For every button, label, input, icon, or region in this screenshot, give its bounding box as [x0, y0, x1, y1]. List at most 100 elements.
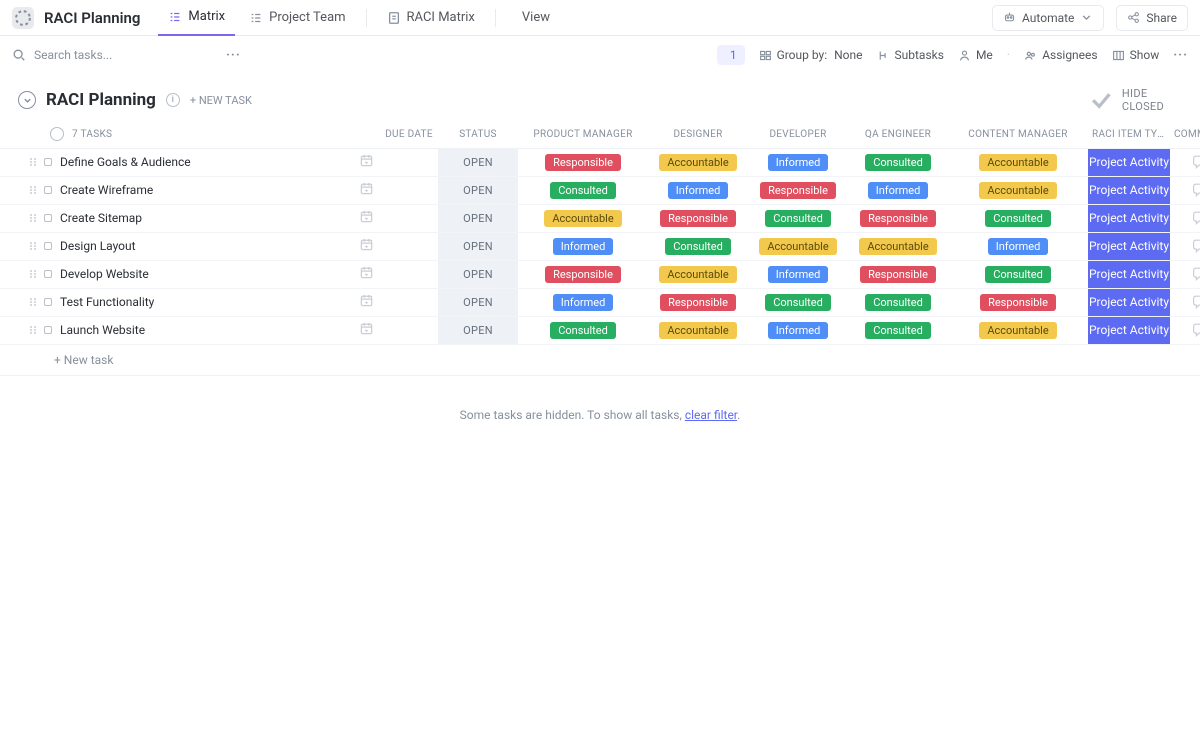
- task-name-cell[interactable]: Create Wireframe: [44, 181, 380, 199]
- col-raci[interactable]: RACI ITEM TYPE: [1088, 129, 1170, 140]
- comment-button[interactable]: [1170, 182, 1200, 198]
- task-name-cell[interactable]: Define Goals & Audience: [44, 153, 380, 171]
- comment-button[interactable]: [1170, 154, 1200, 170]
- raci-type-cell[interactable]: Project Activity: [1088, 205, 1170, 232]
- raci-cell[interactable]: Accountable: [848, 233, 948, 260]
- raci-cell[interactable]: Consulted: [748, 205, 848, 232]
- toolbar-more[interactable]: ···: [1173, 48, 1188, 63]
- search-input[interactable]: Search tasks...: [12, 48, 212, 62]
- assignees-button[interactable]: Assignees: [1024, 48, 1097, 62]
- raci-cell[interactable]: Consulted: [648, 233, 748, 260]
- me-button[interactable]: Me: [958, 48, 993, 62]
- raci-cell[interactable]: Accountable: [648, 149, 748, 176]
- raci-type-cell[interactable]: Project Activity: [1088, 149, 1170, 176]
- raci-type-cell[interactable]: Project Activity: [1088, 233, 1170, 260]
- calendar-icon[interactable]: [359, 237, 374, 255]
- raci-cell[interactable]: Informed: [848, 177, 948, 204]
- collapse-toggle[interactable]: [18, 91, 36, 109]
- calendar-icon[interactable]: [359, 181, 374, 199]
- col-status[interactable]: STATUS: [438, 129, 518, 140]
- clear-filter-link[interactable]: clear filter: [685, 408, 737, 422]
- more-menu[interactable]: ···: [226, 48, 241, 63]
- task-name-cell[interactable]: Develop Website: [44, 265, 380, 283]
- raci-type-cell[interactable]: Project Activity: [1088, 261, 1170, 288]
- status-dot[interactable]: [44, 214, 52, 222]
- raci-cell[interactable]: Informed: [748, 317, 848, 344]
- raci-cell[interactable]: Responsible: [518, 149, 648, 176]
- calendar-icon[interactable]: [359, 209, 374, 227]
- raci-cell[interactable]: Accountable: [518, 205, 648, 232]
- comment-button[interactable]: [1170, 238, 1200, 254]
- table-row[interactable]: Create WireframeOPENConsultedInformedRes…: [0, 177, 1200, 205]
- comment-button[interactable]: [1170, 294, 1200, 310]
- raci-type-cell[interactable]: Project Activity: [1088, 177, 1170, 204]
- status-dot[interactable]: [44, 270, 52, 278]
- raci-cell[interactable]: Accountable: [948, 317, 1088, 344]
- table-row[interactable]: Develop WebsiteOPENResponsibleAccountabl…: [0, 261, 1200, 289]
- raci-cell[interactable]: Informed: [748, 149, 848, 176]
- raci-cell[interactable]: Informed: [948, 233, 1088, 260]
- raci-cell[interactable]: Responsible: [518, 261, 648, 288]
- col-designer[interactable]: DESIGNER: [648, 129, 748, 140]
- calendar-icon[interactable]: [359, 153, 374, 171]
- status-cell[interactable]: OPEN: [438, 205, 518, 232]
- raci-cell[interactable]: Responsible: [648, 205, 748, 232]
- share-button[interactable]: Share: [1116, 5, 1188, 31]
- raci-cell[interactable]: Consulted: [748, 289, 848, 316]
- status-dot[interactable]: [44, 298, 52, 306]
- select-all[interactable]: [50, 127, 64, 141]
- comment-button[interactable]: [1170, 266, 1200, 282]
- table-row[interactable]: Launch WebsiteOPENConsultedAccountableIn…: [0, 317, 1200, 345]
- task-name-cell[interactable]: Design Layout: [44, 237, 380, 255]
- tab-matrix[interactable]: Matrix: [158, 0, 235, 36]
- raci-cell[interactable]: Responsible: [648, 289, 748, 316]
- new-task-link[interactable]: + NEW TASK: [190, 94, 252, 107]
- status-cell[interactable]: OPEN: [438, 177, 518, 204]
- drag-handle[interactable]: [0, 241, 44, 251]
- tab-project-team[interactable]: Project Team: [239, 0, 355, 36]
- add-task-row[interactable]: + New task: [0, 345, 1200, 376]
- raci-cell[interactable]: Informed: [518, 233, 648, 260]
- raci-cell[interactable]: Responsible: [748, 177, 848, 204]
- raci-cell[interactable]: Consulted: [848, 317, 948, 344]
- workspace-title[interactable]: RACI Planning: [44, 9, 140, 27]
- raci-cell[interactable]: Responsible: [948, 289, 1088, 316]
- groupby-button[interactable]: Group by: None: [759, 48, 863, 62]
- table-row[interactable]: Define Goals & AudienceOPENResponsibleAc…: [0, 149, 1200, 177]
- drag-handle[interactable]: [0, 297, 44, 307]
- drag-handle[interactable]: [0, 213, 44, 223]
- col-due[interactable]: DUE DATE: [380, 129, 438, 140]
- status-dot[interactable]: [44, 242, 52, 250]
- add-view-button[interactable]: View: [506, 10, 560, 25]
- status-cell[interactable]: OPEN: [438, 289, 518, 316]
- col-pm[interactable]: PRODUCT MANAGER: [518, 129, 648, 140]
- raci-cell[interactable]: Consulted: [518, 177, 648, 204]
- raci-cell[interactable]: Responsible: [848, 261, 948, 288]
- raci-type-cell[interactable]: Project Activity: [1088, 317, 1170, 344]
- drag-handle[interactable]: [0, 269, 44, 279]
- status-cell[interactable]: OPEN: [438, 149, 518, 176]
- status-cell[interactable]: OPEN: [438, 261, 518, 288]
- raci-cell[interactable]: Accountable: [648, 261, 748, 288]
- raci-cell[interactable]: Consulted: [848, 289, 948, 316]
- raci-cell[interactable]: Accountable: [948, 149, 1088, 176]
- raci-cell[interactable]: Accountable: [748, 233, 848, 260]
- comment-button[interactable]: [1170, 322, 1200, 338]
- show-button[interactable]: Show: [1112, 48, 1160, 62]
- col-cm[interactable]: CONTENT MANAGER: [948, 129, 1088, 140]
- calendar-icon[interactable]: [359, 265, 374, 283]
- status-cell[interactable]: OPEN: [438, 317, 518, 344]
- subtasks-button[interactable]: Subtasks: [877, 48, 944, 62]
- table-row[interactable]: Test FunctionalityOPENInformedResponsibl…: [0, 289, 1200, 317]
- automate-button[interactable]: Automate: [992, 5, 1104, 31]
- drag-handle[interactable]: [0, 325, 44, 335]
- raci-cell[interactable]: Accountable: [948, 177, 1088, 204]
- col-developer[interactable]: DEVELOPER: [748, 129, 848, 140]
- raci-cell[interactable]: Informed: [648, 177, 748, 204]
- drag-handle[interactable]: [0, 157, 44, 167]
- task-name-cell[interactable]: Create Sitemap: [44, 209, 380, 227]
- raci-cell[interactable]: Informed: [518, 289, 648, 316]
- tab-raci-matrix[interactable]: RACI Matrix: [377, 0, 485, 36]
- col-comments[interactable]: COMMENTS: [1170, 129, 1200, 140]
- raci-type-cell[interactable]: Project Activity: [1088, 289, 1170, 316]
